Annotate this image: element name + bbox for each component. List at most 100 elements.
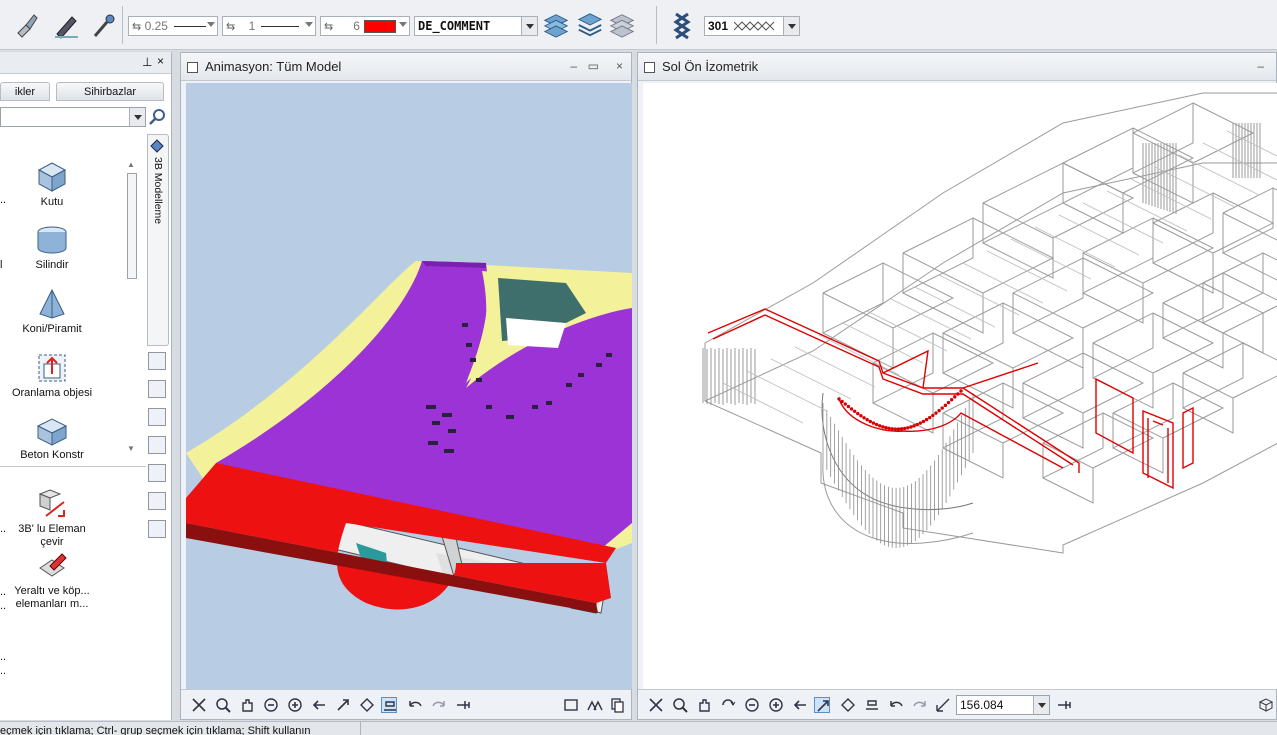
pencil-icon[interactable] (52, 10, 80, 40)
tool-kutu[interactable]: Kutu (7, 161, 97, 209)
main-toolbar: ⇆ 0.25 ⇆ 1 ⇆ 6 DE_COMMENT 301 (0, 0, 1277, 50)
navigation-mode-icon[interactable] (359, 697, 375, 713)
previous-view-icon[interactable] (792, 697, 808, 713)
side-image-icon[interactable] (148, 520, 166, 538)
window-title: Sol Ön İzometrik (662, 59, 759, 74)
tool-3b-eleman-cevir[interactable]: 3B' lu Eleman çevir (7, 488, 97, 549)
tool-label: Silindir (35, 259, 69, 271)
pan-hand-icon[interactable] (696, 697, 712, 713)
camera-path-icon[interactable] (381, 697, 397, 713)
close-icon[interactable]: × (616, 59, 623, 73)
redo-view-icon[interactable] (912, 697, 928, 713)
zoom-out-icon[interactable] (744, 697, 760, 713)
zoom-in-icon[interactable] (768, 697, 784, 713)
tool-label: 3B' lu Eleman çevir (18, 523, 86, 548)
close-icon[interactable]: × (157, 54, 164, 68)
isometric-window: Sol Ön İzometrik – 156.084 (637, 52, 1277, 720)
undo-view-icon[interactable] (888, 697, 904, 713)
navigation-mode-icon[interactable] (840, 697, 856, 713)
view-direction-icon[interactable] (335, 697, 351, 713)
tool-oranlama-objesi[interactable]: Oranlama objesi (7, 352, 97, 400)
animation-viewport[interactable] (186, 83, 632, 689)
color-swatch (363, 19, 396, 33)
zoom-window-icon[interactable] (215, 697, 231, 713)
side-tag-icon[interactable] (148, 464, 166, 482)
layers-stack-icon[interactable] (576, 10, 604, 40)
undo-view-icon[interactable] (407, 697, 423, 713)
color-index-value: 6 (353, 19, 360, 33)
save-view-icon[interactable] (563, 697, 579, 713)
pin-view-icon[interactable] (455, 697, 471, 713)
truncated-label: .. (0, 651, 7, 663)
pin-view-icon[interactable] (1056, 697, 1072, 713)
status-text: eçmek için tıklama; Ctrl- grup seçmek iç… (0, 725, 311, 735)
color-select[interactable]: ⇆ 6 (320, 16, 410, 36)
3d-box-icon[interactable] (1258, 697, 1274, 713)
status-bar: eçmek için tıklama; Ctrl- grup seçmek iç… (0, 721, 1277, 735)
3d-model-render (186, 261, 632, 614)
pattern-select[interactable]: 301 (704, 16, 800, 36)
minimize-icon[interactable]: – (570, 59, 577, 73)
scale-icon[interactable] (935, 697, 951, 713)
minimize-icon[interactable]: – (1257, 59, 1264, 73)
pen-thickness-select[interactable]: ⇆ 0.25 (128, 16, 218, 36)
maximize-icon[interactable]: ▭ (588, 59, 599, 73)
zoom-out-icon[interactable] (263, 697, 279, 713)
tool-beton-konstr[interactable]: Beton Konstr (7, 416, 97, 460)
side-print-icon[interactable] (148, 492, 166, 510)
eyedropper-icon[interactable] (90, 10, 118, 40)
tab-ikler[interactable]: ikler (0, 82, 50, 101)
side-list-icon[interactable] (148, 352, 166, 370)
zoom-all-icon[interactable] (191, 697, 207, 713)
render-icon[interactable] (587, 697, 603, 713)
copy-view-icon[interactable] (609, 697, 625, 713)
isometric-viewport[interactable] (643, 83, 1277, 689)
rotate-view-icon[interactable] (720, 697, 736, 713)
tool-label: Oranlama objesi (11, 387, 93, 399)
truncated-label: .. (0, 665, 7, 677)
layer-select[interactable]: DE_COMMENT (414, 16, 538, 36)
convert-element-icon (38, 489, 65, 517)
tool-label: Yeraltı ve köp... elemanları m... (14, 585, 90, 610)
scroll-up-icon[interactable]: ▲ (127, 160, 135, 169)
tab-sihirbazlar[interactable]: Sihirbazlar (56, 82, 164, 101)
zoom-in-icon[interactable] (287, 697, 303, 713)
pattern-preview-icon (734, 21, 775, 31)
animation-window: Animasyon: Tüm Model – ▭ × (180, 52, 632, 720)
redo-view-icon[interactable] (431, 697, 447, 713)
scroll-down-icon[interactable]: ▼ (127, 444, 135, 453)
layers-up-icon[interactable] (608, 10, 636, 40)
tool-koni-piramit[interactable]: Koni/Piramit (7, 288, 97, 336)
scale-input[interactable]: 156.084 (956, 695, 1050, 715)
side-stairs-icon[interactable] (148, 380, 166, 398)
window-icon (187, 62, 198, 73)
pan-hand-icon[interactable] (239, 697, 255, 713)
animation-view-toolbar (181, 689, 631, 719)
truncated-label: .. (0, 194, 7, 206)
zoom-all-icon[interactable] (648, 697, 664, 713)
layers-down-icon[interactable] (542, 10, 570, 40)
side-grid-icon[interactable] (148, 436, 166, 454)
brush-icon[interactable] (12, 10, 40, 40)
view-direction-icon[interactable] (814, 697, 830, 713)
tools-scrollbar[interactable] (127, 173, 137, 279)
zoom-window-icon[interactable] (672, 697, 688, 713)
line-type-value: 1 (248, 19, 256, 33)
tool-label: Koni/Piramit (22, 323, 82, 335)
isometric-view-toolbar: 156.084 (638, 689, 1276, 719)
chain-icon[interactable] (668, 10, 696, 40)
layer-value: DE_COMMENT (418, 19, 491, 33)
side-frame-icon[interactable] (148, 408, 166, 426)
cube-icon (37, 162, 67, 192)
tool-yeralti-elemanlari[interactable]: Yeraltı ve köp... elemanları m... (7, 552, 97, 611)
pin-icon[interactable]: ⊥ (142, 55, 152, 69)
window-icon (644, 62, 655, 73)
line-type-select[interactable]: ⇆ 1 (222, 16, 316, 36)
scale-object-icon (38, 354, 66, 382)
camera-path-icon[interactable] (864, 697, 880, 713)
tool-silindir[interactable]: Silindir (7, 224, 97, 272)
library-combo[interactable] (0, 107, 146, 127)
previous-view-icon[interactable] (311, 697, 327, 713)
search-icon[interactable] (148, 108, 166, 129)
panel-header: ⊥ × (0, 52, 171, 74)
